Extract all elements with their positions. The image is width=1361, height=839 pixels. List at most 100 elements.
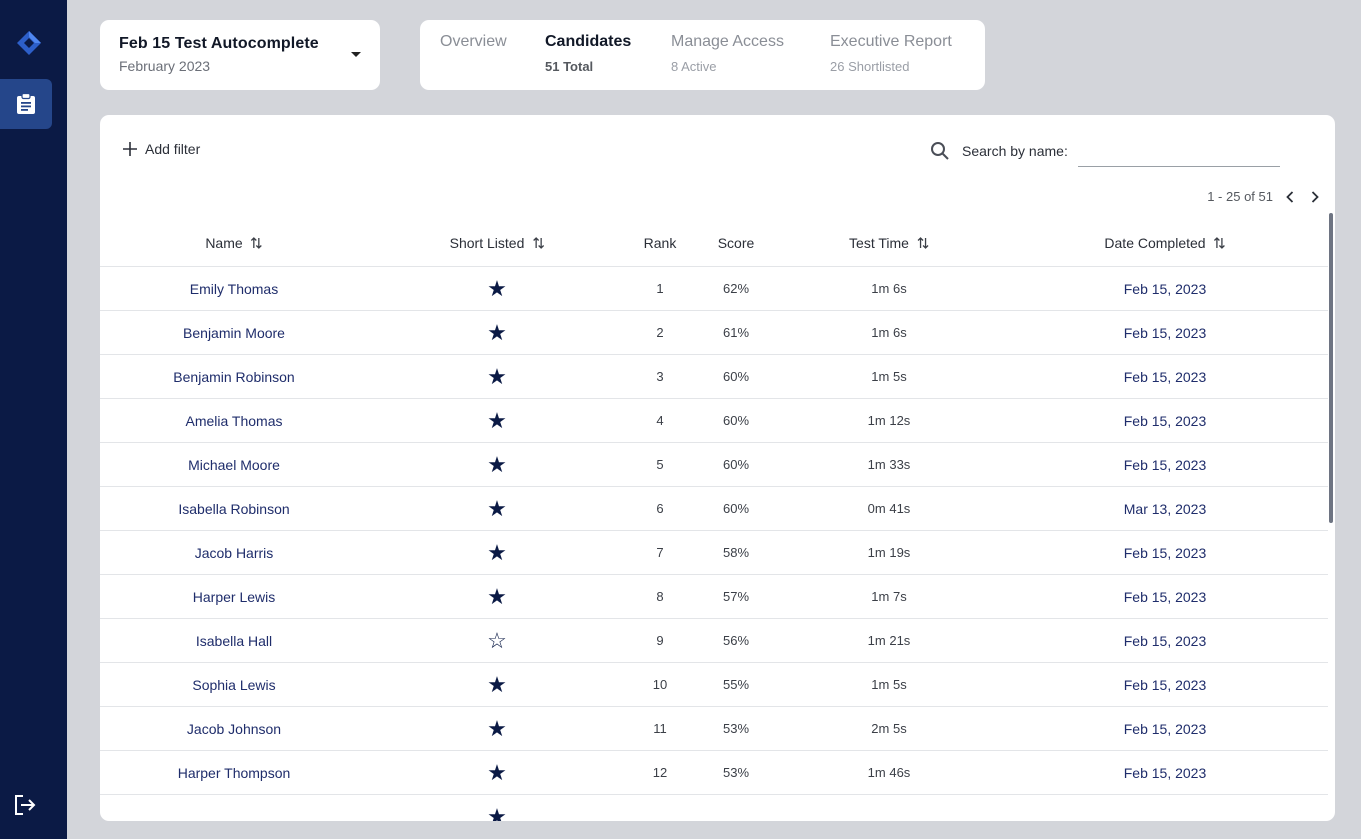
score-cell: 58% [722,545,750,560]
score-cell: 56% [722,633,750,648]
diamond-logo-icon[interactable] [16,30,42,56]
tab-count: 51 Total [545,59,594,74]
column-header-date-completed[interactable]: Date Completed [1104,219,1226,267]
chevron-down-icon[interactable] [351,52,361,57]
candidate-name-link[interactable]: Sophia Lewis [192,663,275,707]
next-page-button[interactable] [1306,188,1323,205]
candidate-name-link[interactable]: Benjamin Robinson [173,355,294,399]
candidate-name-link[interactable]: Jacob Harris [195,531,274,575]
rank-cell: 4 [656,413,664,428]
score-cell: 53% [722,721,750,736]
chevron-right-icon [1311,190,1319,203]
rank-cell: 1 [656,281,664,296]
sidebar-item-tests[interactable] [0,79,52,129]
shortlist-star-icon[interactable]: ★ [487,267,507,311]
tab-executive-report[interactable]: Executive Report 26 Shortlisted [830,33,952,74]
rank-cell: 5 [656,457,664,472]
shortlist-star-icon[interactable]: ★ [487,575,507,619]
score-cell: 60% [722,369,750,384]
test-time-cell: 1m 46s [867,765,911,780]
shortlist-star-glyph: ☆ [487,628,507,653]
tab-candidates[interactable]: Candidates 51 Total [545,33,631,74]
test-time-cell: 1m 7s [871,589,907,604]
candidate-name-link[interactable]: Jacob Johnson [187,707,281,751]
score-cell: 55% [722,677,750,692]
tab-manage-access[interactable]: Manage Access 8 Active [671,33,784,74]
table-row[interactable]: Benjamin Robinson ★ 3 60% 1m 5s Feb 15, 2023 [100,355,1328,399]
table-row[interactable]: Michael Moore ★ 5 60% 1m 33s Feb 15, 2023 [100,443,1328,487]
shortlist-star-icon[interactable]: ★ [487,707,507,751]
shortlist-star-glyph: ★ [487,760,507,785]
rank-cell: 8 [656,589,664,604]
candidate-name-link[interactable]: Isabella Robinson [178,487,289,531]
test-selector[interactable]: Feb 15 Test Autocomplete February 2023 [100,20,380,90]
test-date: February 2023 [119,58,211,74]
score-cell: 57% [722,589,750,604]
search-input[interactable] [1077,139,1280,167]
score-cell: 60% [722,501,750,516]
date-completed-cell: Feb 15, 2023 [1123,633,1207,649]
shortlist-star-icon[interactable]: ★ [487,355,507,399]
candidate-name-link[interactable]: Harper Lewis [193,575,275,619]
table-row[interactable]: Sophia Lewis ★ 10 55% 1m 5s Feb 15, 2023 [100,663,1328,707]
sidebar [0,0,67,839]
table-row[interactable]: Emily Thomas ★ 1 62% 1m 6s Feb 15, 2023 [100,267,1328,311]
shortlist-star-glyph: ★ [487,276,507,301]
table-row[interactable]: Harper Thompson ★ 12 53% 1m 46s Feb 15, 2023 [100,751,1328,795]
rank-cell: 9 [656,633,664,648]
logout-icon[interactable] [13,794,37,816]
shortlist-star-icon[interactable]: ★ [487,487,507,531]
add-filter-button[interactable]: Add filter [123,141,200,157]
test-time-cell: 1m 21s [867,633,911,648]
shortlist-star-icon[interactable]: ★ [487,751,507,795]
tab-count: 26 Shortlisted [830,59,910,74]
test-title: Feb 15 Test Autocomplete [119,35,319,52]
column-header-label: Test Time [849,235,909,251]
shortlist-star-icon[interactable]: ★ [487,443,507,487]
score-cell: 62% [722,281,750,296]
column-header-short-listed[interactable]: Short Listed [450,219,545,267]
column-header-test-time[interactable]: Test Time [849,219,929,267]
shortlist-star-icon[interactable]: ★ [487,531,507,575]
shortlist-star-glyph: ★ [487,364,507,389]
tab-overview[interactable]: Overview [440,33,507,51]
table-row[interactable]: Isabella Robinson ★ 6 60% 0m 41s Mar 13, 2023 [100,487,1328,531]
candidate-name-link[interactable]: Michael Moore [188,443,280,487]
table-row[interactable]: Jacob Harris ★ 7 58% 1m 19s Feb 15, 2023 [100,531,1328,575]
vertical-scrollbar[interactable] [1329,213,1333,523]
score-cell: 60% [722,457,750,472]
test-time-cell: 1m 33s [867,457,911,472]
rank-cell: 11 [653,721,667,736]
candidate-name-link[interactable]: Emily Thomas [190,267,278,311]
table-row[interactable]: Harper Lewis ★ 8 57% 1m 7s Feb 15, 2023 [100,575,1328,619]
date-completed-cell: Feb 15, 2023 [1123,281,1207,297]
sort-icon [1214,237,1226,249]
table-row[interactable]: Amelia Thomas ★ 4 60% 1m 12s Feb 15, 2023 [100,399,1328,443]
candidate-name-link[interactable]: Benjamin Moore [183,311,285,355]
shortlist-star-icon[interactable]: ★ [487,311,507,355]
shortlist-star-icon[interactable]: ★ [487,663,507,707]
chevron-left-icon [1285,190,1293,203]
shortlist-star-glyph: ★ [487,540,507,565]
shortlist-star-icon[interactable]: ☆ [487,619,507,663]
table-row[interactable]: Jacob Johnson ★ 11 53% 2m 5s Feb 15, 2023 [100,707,1328,751]
table-row[interactable]: ★ [100,795,1328,821]
column-header-score: Score [718,219,755,267]
table-row[interactable]: Benjamin Moore ★ 2 61% 1m 6s Feb 15, 2023 [100,311,1328,355]
table-row[interactable]: Isabella Hall ☆ 9 56% 1m 21s Feb 15, 2023 [100,619,1328,663]
candidate-name-link[interactable]: Harper Thompson [178,751,291,795]
column-header-label: Score [717,235,755,251]
test-time-cell: 2m 5s [871,721,907,736]
shortlist-star-icon[interactable]: ★ [487,399,507,443]
previous-page-button[interactable] [1281,188,1298,205]
shortlist-star-glyph: ★ [487,716,507,741]
table-header: Name Short Listed Rank Score Test Time D… [100,219,1328,267]
candidate-name-link[interactable]: Amelia Thomas [185,399,282,443]
date-completed-cell: Feb 15, 2023 [1123,677,1207,693]
column-header-name[interactable]: Name [205,219,263,267]
test-time-cell: 1m 12s [867,413,911,428]
shortlist-star-icon[interactable]: ★ [487,795,507,821]
candidate-name-link[interactable]: Isabella Hall [196,619,272,663]
clipboard-icon [17,93,35,114]
tab-label: Candidates [545,33,632,50]
